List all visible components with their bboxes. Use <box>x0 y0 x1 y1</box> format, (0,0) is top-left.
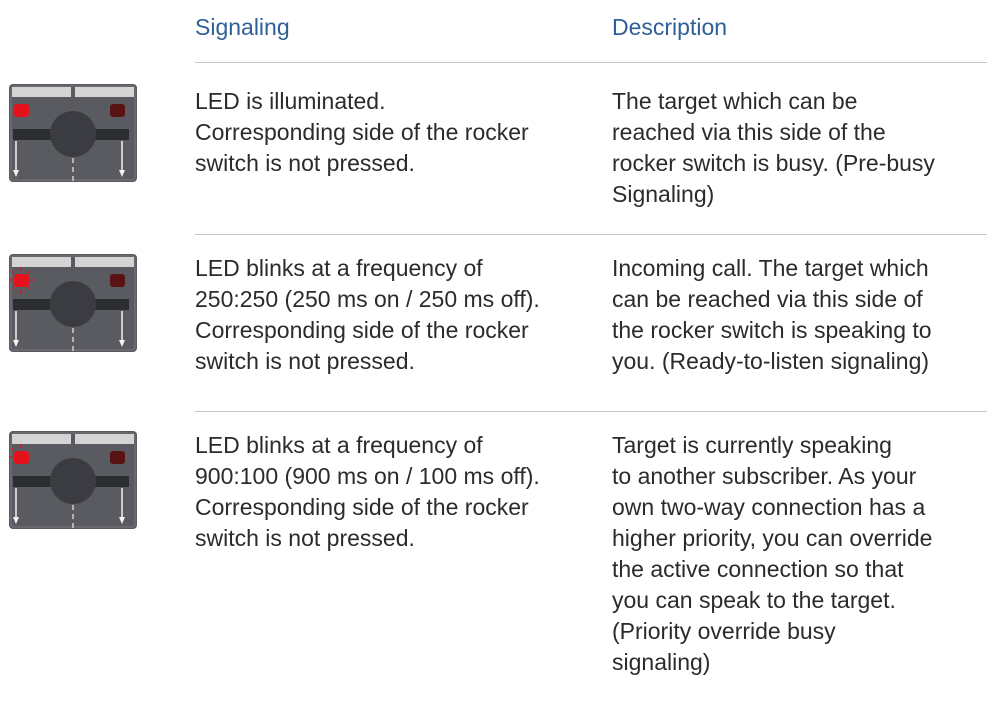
description-text-line: can be reached via this side of <box>612 286 923 312</box>
signaling-text-line: Corresponding side of the rocker <box>195 317 529 343</box>
signaling-table: Signaling Description LED is illuminated… <box>0 0 987 714</box>
description-text-line: Signaling) <box>612 181 715 207</box>
column-header-signaling: Signaling <box>195 14 290 40</box>
rocker-switch-led-blinking-icon <box>9 431 137 529</box>
signaling-text-line: switch is not pressed. <box>195 525 415 551</box>
description-text-line: to another subscriber. As your <box>612 463 917 489</box>
signaling-text-line: Corresponding side of the rocker <box>195 494 529 520</box>
rocker-switch-led-blinking-icon <box>9 254 137 352</box>
description-text-line: own two-way connection has a <box>612 494 926 520</box>
description-text-line: the active connection so that <box>612 556 904 582</box>
table-header: Signaling Description <box>0 0 987 62</box>
signaling-cell: LED blinks at a frequency of 900:100 (90… <box>195 430 605 554</box>
signaling-cell: LED blinks at a frequency of 250:250 (25… <box>195 253 605 377</box>
description-text-line: Target is currently speaking <box>612 432 892 458</box>
signaling-text-line: 900:100 (900 ms on / 100 ms off). <box>195 463 540 489</box>
signaling-text-line: 250:250 (250 ms on / 250 ms off). <box>195 286 540 312</box>
signaling-text-line: LED blinks at a frequency of <box>195 255 483 281</box>
description-text-line: you. (Ready-to-listen signaling) <box>612 348 930 374</box>
table-row: LED blinks at a frequency of 900:100 (90… <box>0 411 987 714</box>
description-text-line: you can speak to the target. <box>612 587 896 613</box>
rocker-switch-led-on-icon <box>9 84 137 182</box>
description-text-line: The target which can be <box>612 88 858 114</box>
description-text-line: Incoming call. The target which <box>612 255 929 281</box>
description-text-line: signaling) <box>612 649 711 675</box>
description-text-line: the rocker switch is speaking to <box>612 317 932 343</box>
signaling-text-line: switch is not pressed. <box>195 150 415 176</box>
description-text-line: reached via this side of the <box>612 119 886 145</box>
signaling-text-line: LED is illuminated. <box>195 88 386 114</box>
signaling-text-line: switch is not pressed. <box>195 348 415 374</box>
table-row: LED is illuminated. Corresponding side o… <box>0 62 987 224</box>
signaling-text-line: LED blinks at a frequency of <box>195 432 483 458</box>
description-cell: Target is currently speaking to another … <box>612 430 984 678</box>
description-text-line: rocker switch is busy. (Pre-busy <box>612 150 935 176</box>
column-header-description: Description <box>612 14 728 40</box>
signaling-cell: LED is illuminated. Corresponding side o… <box>195 86 605 179</box>
description-text-line: (Priority override busy <box>612 618 836 644</box>
description-cell: The target which can be reached via this… <box>612 86 984 210</box>
description-cell: Incoming call. The target which can be r… <box>612 253 984 377</box>
signaling-text-line: Corresponding side of the rocker <box>195 119 529 145</box>
table-row: LED blinks at a frequency of 250:250 (25… <box>0 234 987 410</box>
description-text-line: higher priority, you can override <box>612 525 933 551</box>
